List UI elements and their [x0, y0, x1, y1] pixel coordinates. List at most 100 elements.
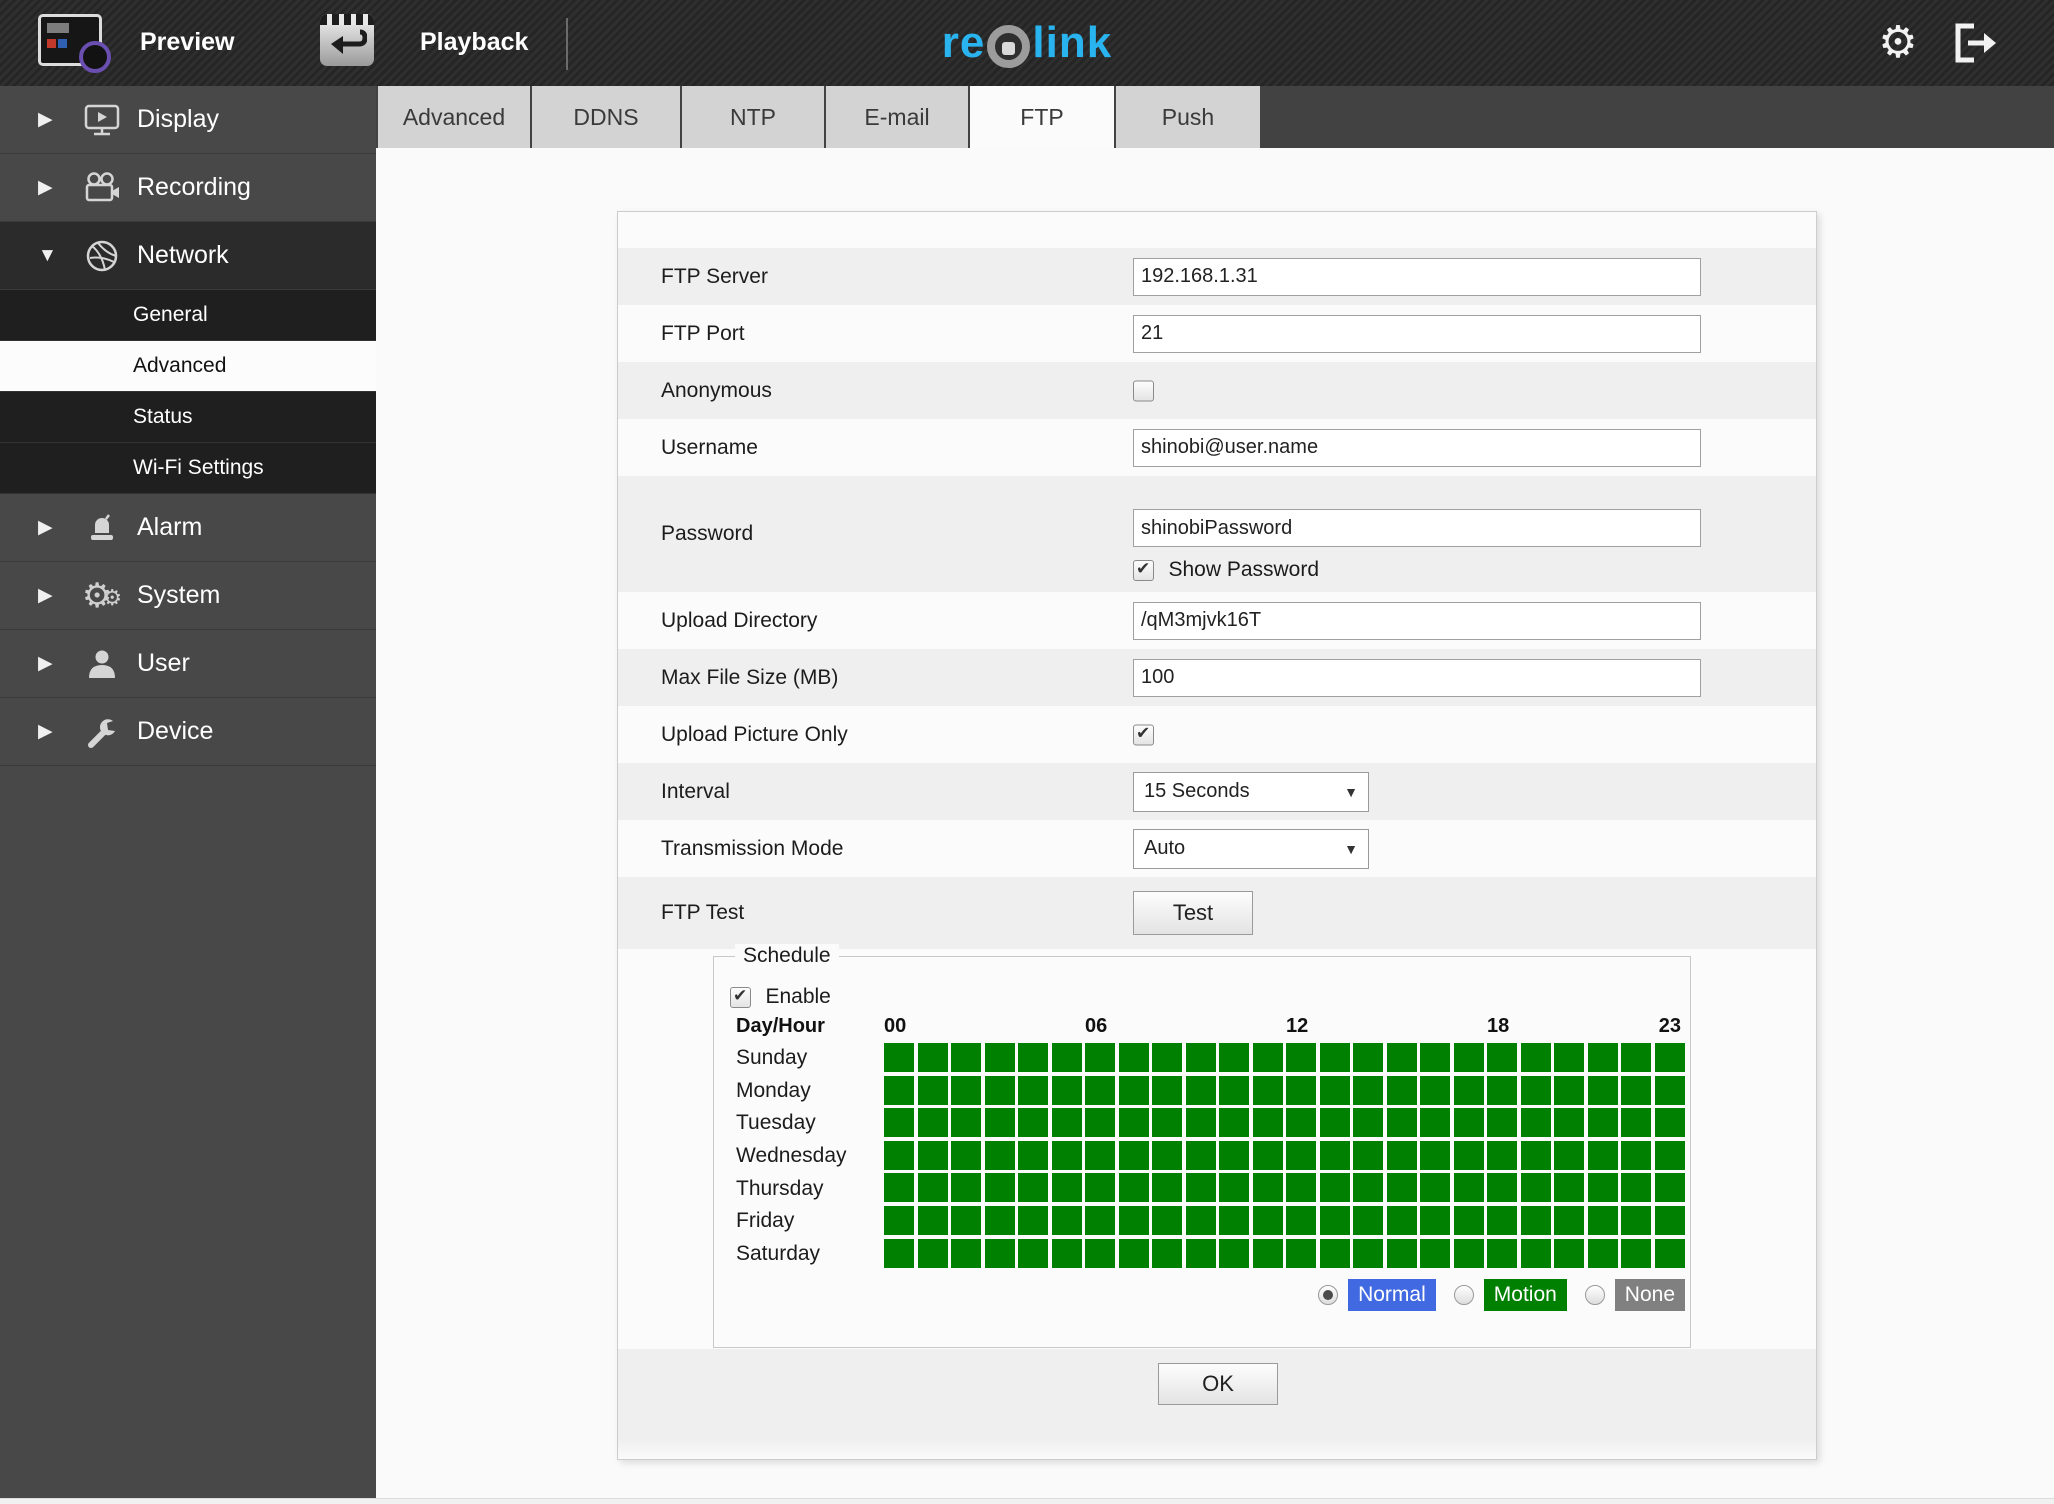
tab-ntp[interactable]: NTP [682, 86, 824, 148]
schedule-cell[interactable] [1386, 1173, 1417, 1203]
schedule-cell[interactable] [951, 1238, 981, 1268]
schedule-cell[interactable] [1018, 1238, 1048, 1268]
schedule-cell[interactable] [1487, 1108, 1517, 1138]
ftp-port-input[interactable] [1133, 314, 1701, 353]
sidebar-item-alarm[interactable]: ▶ Alarm [0, 494, 376, 562]
interval-select[interactable]: 15 Seconds ▼ [1133, 771, 1369, 812]
sidebar-item-device[interactable]: ▶ Device [0, 698, 376, 766]
schedule-cell[interactable] [1654, 1140, 1685, 1170]
schedule-cell[interactable] [1654, 1238, 1685, 1268]
schedule-cell[interactable] [884, 1108, 914, 1138]
schedule-cell[interactable] [1018, 1205, 1048, 1235]
max-file-size-input[interactable] [1133, 658, 1701, 697]
schedule-cell[interactable] [1587, 1108, 1618, 1138]
schedule-cell[interactable] [1554, 1173, 1584, 1203]
schedule-cell[interactable] [1085, 1140, 1115, 1170]
schedule-cell[interactable] [1152, 1075, 1182, 1105]
schedule-cell[interactable] [1453, 1075, 1484, 1105]
schedule-cell[interactable] [1018, 1108, 1048, 1138]
schedule-cell[interactable] [917, 1173, 948, 1203]
schedule-cell[interactable] [951, 1075, 981, 1105]
schedule-cell[interactable] [1319, 1108, 1350, 1138]
sidebar-item-recording[interactable]: ▶ Recording [0, 154, 376, 222]
schedule-cell[interactable] [917, 1238, 948, 1268]
schedule-cell[interactable] [1219, 1205, 1249, 1235]
schedule-cell[interactable] [1654, 1108, 1685, 1138]
schedule-cell[interactable] [1487, 1238, 1517, 1268]
schedule-cell[interactable] [1286, 1238, 1316, 1268]
schedule-cell[interactable] [1554, 1108, 1584, 1138]
playback-icon[interactable] [320, 14, 374, 66]
tab-advanced[interactable]: Advanced [378, 86, 530, 148]
schedule-cell[interactable] [951, 1140, 981, 1170]
schedule-cell[interactable] [1018, 1043, 1048, 1072]
schedule-cell[interactable] [1554, 1205, 1584, 1235]
schedule-cell[interactable] [1587, 1043, 1618, 1072]
schedule-cell[interactable] [917, 1140, 948, 1170]
schedule-cell[interactable] [1185, 1043, 1216, 1072]
schedule-cell[interactable] [1386, 1043, 1417, 1072]
schedule-cell[interactable] [1453, 1173, 1484, 1203]
schedule-cell[interactable] [1420, 1075, 1450, 1105]
schedule-cell[interactable] [1386, 1238, 1417, 1268]
sidebar-item-network[interactable]: ▼ Network [0, 222, 376, 290]
schedule-cell[interactable] [884, 1238, 914, 1268]
schedule-cell[interactable] [884, 1205, 914, 1235]
schedule-cell[interactable] [884, 1173, 914, 1203]
schedule-cell[interactable] [1453, 1043, 1484, 1072]
schedule-cell[interactable] [1453, 1205, 1484, 1235]
schedule-cell[interactable] [1520, 1173, 1551, 1203]
schedule-cell[interactable] [1286, 1043, 1316, 1072]
schedule-cell[interactable] [1587, 1205, 1618, 1235]
schedule-cell[interactable] [1520, 1043, 1551, 1072]
schedule-cell[interactable] [1185, 1205, 1216, 1235]
schedule-cell[interactable] [1420, 1108, 1450, 1138]
schedule-cell[interactable] [1118, 1238, 1149, 1268]
schedule-cell[interactable] [1621, 1205, 1651, 1235]
tab-ftp[interactable]: FTP [970, 86, 1114, 148]
schedule-cell[interactable] [1353, 1238, 1383, 1268]
schedule-cell[interactable] [1152, 1043, 1182, 1072]
schedule-cell[interactable] [1353, 1108, 1383, 1138]
sidebar-subitem-status[interactable]: Status [0, 392, 376, 443]
schedule-cell[interactable] [1085, 1238, 1115, 1268]
settings-gear-icon[interactable]: ⚙ [1872, 14, 1924, 70]
schedule-cell[interactable] [1152, 1140, 1182, 1170]
tab-email[interactable]: E-mail [826, 86, 968, 148]
schedule-cell[interactable] [984, 1173, 1015, 1203]
username-input[interactable] [1133, 428, 1701, 467]
schedule-cell[interactable] [1085, 1043, 1115, 1072]
schedule-cell[interactable] [1252, 1108, 1283, 1138]
schedule-cell[interactable] [1286, 1075, 1316, 1105]
ftp-test-button[interactable]: Test [1133, 891, 1253, 935]
schedule-cell[interactable] [984, 1140, 1015, 1170]
schedule-cell[interactable] [984, 1075, 1015, 1105]
schedule-cell[interactable] [1520, 1238, 1551, 1268]
sidebar-item-display[interactable]: ▶ Display [0, 86, 376, 154]
schedule-cell[interactable] [1420, 1140, 1450, 1170]
schedule-cell[interactable] [1554, 1238, 1584, 1268]
password-input[interactable] [1133, 509, 1701, 547]
schedule-cell[interactable] [1487, 1075, 1517, 1105]
schedule-cell[interactable] [1621, 1108, 1651, 1138]
schedule-cell[interactable] [1453, 1108, 1484, 1138]
schedule-cell[interactable] [1621, 1140, 1651, 1170]
schedule-cell[interactable] [1487, 1173, 1517, 1203]
schedule-cell[interactable] [884, 1075, 914, 1105]
schedule-cell[interactable] [917, 1043, 948, 1072]
schedule-cell[interactable] [1621, 1075, 1651, 1105]
schedule-cell[interactable] [1587, 1140, 1618, 1170]
schedule-cell[interactable] [1152, 1173, 1182, 1203]
schedule-cell[interactable] [1520, 1140, 1551, 1170]
schedule-cell[interactable] [984, 1205, 1015, 1235]
schedule-cell[interactable] [1386, 1075, 1417, 1105]
sidebar-item-user[interactable]: ▶ User [0, 630, 376, 698]
show-password-checkbox[interactable]: ✔ [1133, 559, 1154, 581]
schedule-cell[interactable] [1353, 1043, 1383, 1072]
anonymous-checkbox[interactable] [1133, 380, 1154, 401]
ok-button[interactable]: OK [1158, 1363, 1278, 1405]
schedule-cell[interactable] [1621, 1238, 1651, 1268]
schedule-cell[interactable] [984, 1108, 1015, 1138]
schedule-cell[interactable] [1621, 1173, 1651, 1203]
schedule-cell[interactable] [951, 1043, 981, 1072]
